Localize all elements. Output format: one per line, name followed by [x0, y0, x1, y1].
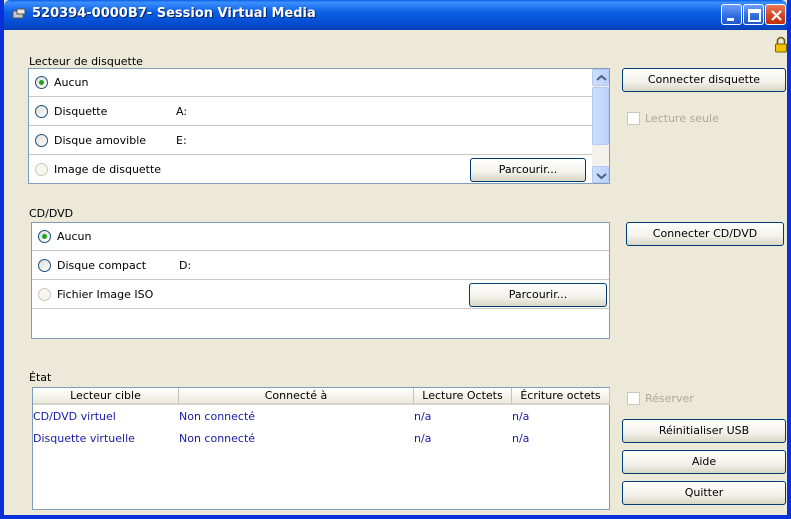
floppy-scrollbar[interactable]	[592, 69, 609, 183]
cd-option-iso[interactable]: Fichier Image ISO Parcourir...	[32, 281, 609, 309]
connect-cd-button[interactable]: Connecter CD/DVD	[626, 222, 784, 246]
close-button[interactable]	[765, 4, 786, 25]
table-cell: n/a	[512, 410, 530, 423]
lock-icon	[775, 36, 787, 53]
floppy-group-label: Lecteur de disquette	[29, 55, 143, 68]
column-header[interactable]: Connecté à	[179, 388, 414, 405]
column-header[interactable]: Lecteur cible	[33, 388, 179, 405]
minimize-button[interactable]	[721, 4, 742, 25]
chevron-up-icon	[596, 74, 607, 81]
cd-option-label: Disque compact	[57, 259, 147, 272]
cd-option-label: Fichier Image ISO	[57, 288, 154, 301]
table-cell: Non connecté	[179, 432, 256, 445]
app-icon	[12, 8, 26, 19]
floppy-options-panel: Aucun Disquette A: Disque amovible E: Im…	[28, 68, 610, 184]
cd-browse-button[interactable]: Parcourir...	[469, 283, 607, 307]
floppy-option-disk[interactable]: Disquette A:	[29, 98, 592, 126]
status-table: Lecteur cible Connecté à Lecture Octets …	[32, 387, 610, 510]
floppy-browse-button[interactable]: Parcourir...	[470, 158, 586, 182]
table-cell: Non connecté	[179, 410, 256, 423]
reserve-checkbox[interactable]	[627, 392, 640, 405]
virtual-media-window: 520394-0000B7- Session Virtual Media Lec…	[0, 0, 791, 519]
table-cell: n/a	[512, 432, 530, 445]
floppy-option-image[interactable]: Image de disquette Parcourir...	[29, 156, 592, 184]
floppy-option-label: Disquette	[54, 105, 108, 118]
scroll-up-button[interactable]	[592, 69, 609, 86]
cd-group-label: CD/DVD	[29, 207, 74, 220]
floppy-removable-radio[interactable]	[35, 134, 48, 147]
minimize-icon	[727, 18, 734, 21]
column-header[interactable]: Lecture Octets	[414, 388, 512, 405]
title-bar[interactable]: 520394-0000B7- Session Virtual Media	[4, 0, 787, 30]
cd-option-none[interactable]: Aucun	[32, 223, 609, 251]
cd-options-panel: Aucun Disque compact D: Fichier Image IS…	[31, 222, 610, 339]
reserve-label: Réserver	[645, 392, 694, 405]
maximize-icon	[748, 9, 761, 22]
drive-letter: D:	[179, 259, 192, 272]
floppy-option-label: Disque amovible	[54, 134, 147, 147]
cd-option-label: Aucun	[57, 230, 92, 243]
scroll-thumb[interactable]	[592, 87, 609, 145]
table-cell: n/a	[414, 410, 432, 423]
floppy-none-radio[interactable]	[35, 76, 48, 89]
table-cell: Disquette virtuelle	[33, 432, 135, 445]
column-header[interactable]: Écriture octets	[512, 388, 610, 405]
cd-option-compact-disc[interactable]: Disque compact D:	[32, 252, 609, 280]
floppy-option-label: Image de disquette	[54, 163, 162, 176]
help-button[interactable]: Aide	[622, 450, 786, 474]
cd-iso-radio[interactable]	[38, 288, 51, 301]
drive-letter: A:	[176, 105, 188, 118]
floppy-option-none[interactable]: Aucun	[29, 69, 592, 97]
close-icon	[771, 10, 782, 21]
chevron-down-icon	[596, 173, 607, 180]
table-cell: CD/DVD virtuel	[33, 410, 116, 423]
table-cell: n/a	[414, 432, 432, 445]
window-title: 520394-0000B7- Session Virtual Media	[32, 6, 316, 21]
quit-button[interactable]: Quitter	[622, 481, 786, 505]
floppy-option-removable[interactable]: Disque amovible E:	[29, 127, 592, 155]
floppy-disk-radio[interactable]	[35, 105, 48, 118]
drive-letter: E:	[176, 134, 187, 147]
cd-compact-radio[interactable]	[38, 259, 51, 272]
floppy-option-label: Aucun	[54, 76, 89, 89]
maximize-button[interactable]	[743, 4, 764, 25]
floppy-image-radio[interactable]	[35, 163, 48, 176]
cd-none-radio[interactable]	[38, 230, 51, 243]
readonly-label: Lecture seule	[645, 112, 719, 125]
readonly-checkbox[interactable]	[627, 112, 640, 125]
scroll-down-button[interactable]	[592, 166, 609, 183]
status-group-label: État	[29, 371, 52, 384]
reset-usb-button[interactable]: Réinitialiser USB	[622, 419, 786, 443]
connect-floppy-button[interactable]: Connecter disquette	[622, 68, 786, 92]
